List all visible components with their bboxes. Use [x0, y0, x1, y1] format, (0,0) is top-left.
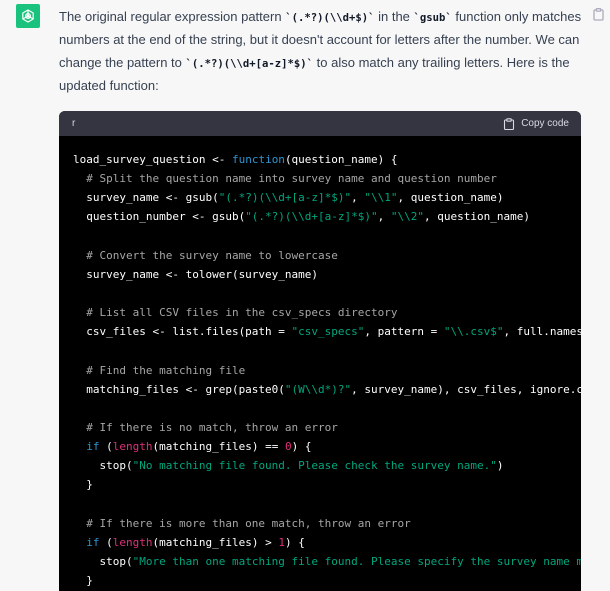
clipboard-icon	[504, 117, 515, 130]
code-token: (	[99, 535, 113, 549]
code-line: # If there is more than one match, throw…	[73, 514, 581, 533]
code-string: "More than one matching file found. Plea…	[132, 554, 581, 568]
code-token: survey_name <- tolower(survey_name)	[73, 267, 319, 281]
code-number: 0	[284, 440, 292, 454]
code-line: if (length(matching_files) == 0) {	[73, 437, 581, 456]
assistant-message: The original regular expression pattern …	[59, 6, 588, 97]
code-comment: # Convert the survey name to lowercase	[73, 248, 338, 262]
code-token: csv_files <- list.files(path =	[73, 325, 292, 339]
code-token: survey_name <- gsub(	[73, 191, 219, 205]
openai-logo-icon	[22, 9, 34, 23]
code-token: ) {	[291, 440, 312, 454]
code-token: (question_name) {	[284, 153, 398, 166]
code-token: , question_name)	[397, 191, 504, 205]
code-comment: # List all CSV files in the csv_specs di…	[73, 306, 398, 320]
code-number: length	[112, 440, 153, 454]
code-token: , full.names = TRUE)	[503, 325, 582, 339]
copy-message-button[interactable]	[592, 7, 604, 21]
code-keyword: function	[231, 153, 285, 166]
code-block-header: r Copy code	[59, 111, 581, 136]
code-token: , pattern =	[364, 325, 444, 339]
code-token: ) {	[284, 535, 305, 549]
code-token: , survey_name), csv_files, ignore.case =…	[351, 382, 581, 396]
code-line: stop("No matching file found. Please che…	[73, 456, 581, 475]
code-line: load_survey_question <- function(questio…	[73, 150, 581, 169]
code-line: stop("More than one matching file found.…	[73, 552, 581, 571]
code-comment: # If there is no match, throw an error	[73, 420, 338, 434]
code-line: survey_name <- tolower(survey_name)	[73, 265, 581, 284]
message-text: The original regular expression pattern	[59, 9, 286, 24]
code-line: matching_files <- grep(paste0("(W\\d*)?"…	[73, 380, 581, 399]
clipboard-icon	[592, 7, 604, 21]
code-line: # Find the matching file	[73, 361, 581, 380]
code-token: (matching_files) >	[152, 535, 279, 549]
code-line: question_number <- gsub("(.*?)(\\d+[a-z]…	[73, 207, 581, 226]
inline-code: `(.*?)(\\d+[a-z]*$)`	[185, 57, 314, 70]
code-string: "\\.csv$"	[443, 325, 504, 339]
code-keyword: if	[86, 535, 100, 549]
code-line: }	[73, 475, 581, 494]
code-token: }	[73, 478, 93, 492]
code-string: "(.*?)(\\d+[a-z]*$)"	[218, 191, 352, 205]
code-token: }	[73, 574, 93, 588]
code-string: "\\2"	[390, 210, 425, 224]
code-token: ,	[377, 210, 391, 224]
message-paragraph: The original regular expression pattern …	[59, 6, 588, 97]
code-token: (matching_files) ==	[152, 440, 285, 454]
code-token: , question_name)	[424, 210, 530, 224]
code-line: survey_name <- gsub("(.*?)(\\d+[a-z]*$)"…	[73, 188, 581, 207]
code-string: "(.*?)(\\d+[a-z]*$)"	[245, 210, 378, 224]
code-string: "csv_specs"	[291, 325, 365, 339]
code-line: # Convert the survey name to lowercase	[73, 246, 581, 265]
code-comment: # If there is more than one match, throw…	[73, 516, 411, 530]
code-line: # List all CSV files in the csv_specs di…	[73, 303, 581, 322]
code-number: length	[112, 535, 153, 549]
code-language-label: r	[72, 118, 76, 129]
code-token: )	[496, 459, 504, 473]
copy-code-label: Copy code	[521, 118, 569, 129]
code-block: r Copy code load_survey_question <- func…	[59, 111, 581, 591]
code-keyword: if	[86, 440, 100, 454]
code-token: ,	[351, 191, 365, 205]
code-line: csv_files <- list.files(path = "csv_spec…	[73, 322, 581, 341]
code-number: 1	[278, 535, 285, 549]
code-line: # Split the question name into survey na…	[73, 169, 581, 188]
code-line: # If there is no match, throw an error	[73, 418, 581, 437]
copy-code-button[interactable]: Copy code	[503, 117, 569, 130]
message-text: in the	[374, 9, 414, 24]
inline-code: `(.*?)(\\d+$)`	[285, 12, 375, 24]
code-string: "No matching file found. Please check th…	[132, 459, 497, 473]
code-comment: # Split the question name into survey na…	[73, 172, 497, 186]
inline-code: `gsub`	[413, 12, 452, 24]
code-string: "\\1"	[364, 191, 398, 205]
code-token: stop(	[73, 554, 133, 568]
code-token: matching_files <- grep(paste0(	[73, 382, 285, 396]
code-string: "(W\\d*)?"	[284, 382, 352, 396]
code-line: if (length(matching_files) > 1) {	[73, 533, 581, 552]
code-line: }	[73, 571, 581, 590]
code-token: (	[99, 440, 113, 454]
code-content: load_survey_question <- function(questio…	[59, 136, 581, 590]
code-token: stop(	[73, 459, 133, 473]
code-token: load_survey_question <-	[73, 153, 232, 166]
code-token: question_number <- gsub(	[73, 210, 246, 224]
code-comment: # Find the matching file	[73, 363, 246, 377]
assistant-avatar	[16, 4, 40, 28]
